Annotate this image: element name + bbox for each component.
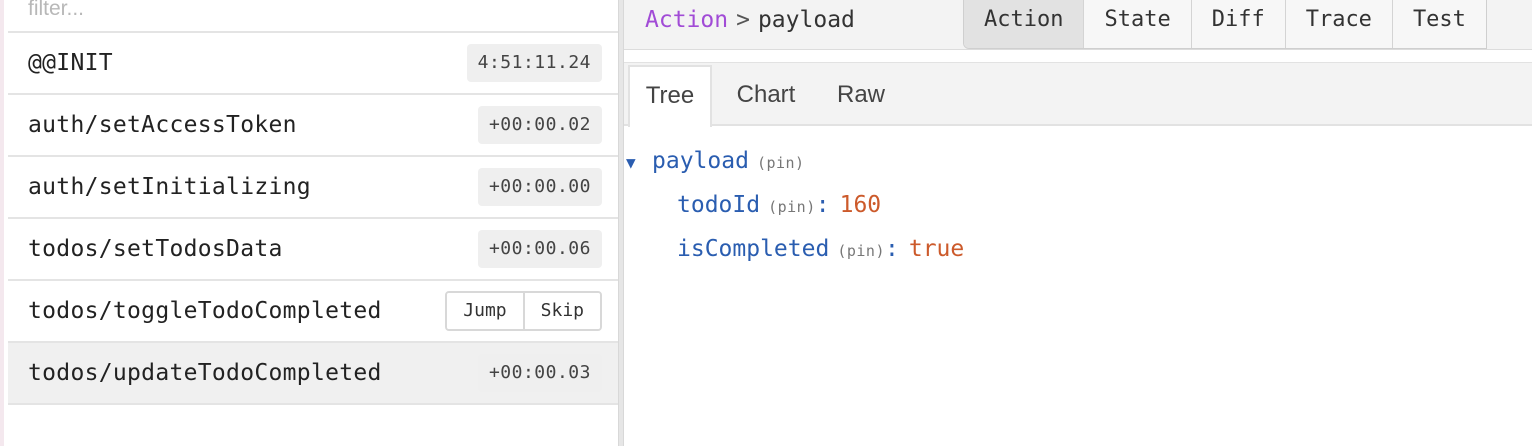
pin-link[interactable]: (pin) <box>749 154 805 172</box>
tab-chart[interactable]: Chart <box>722 66 810 126</box>
monitor-tabs: Action State Diff Trace Test <box>963 0 1487 49</box>
tab-action[interactable]: Action <box>964 0 1085 48</box>
action-row-toggle-todo-completed[interactable]: todos/toggleTodoCompleted Jump Skip <box>8 281 622 343</box>
tree-key: isCompleted <box>677 236 830 262</box>
tree-colon: : <box>815 192 830 218</box>
breadcrumb-root[interactable]: Action <box>645 7 728 33</box>
tree-node-todo-id: todoId (pin): 160 <box>677 192 881 218</box>
action-name: auth/setInitializing <box>28 174 311 200</box>
action-time-badge: 4:51:11.24 <box>466 44 602 82</box>
action-time-badge: +00:00.06 <box>477 230 602 268</box>
action-row-init[interactable]: @@INIT 4:51:11.24 <box>8 33 622 95</box>
inspector-panel: Action > payload Action State Diff Trace T… <box>624 0 1532 446</box>
expand-arrow-icon[interactable]: ▼ <box>626 153 652 172</box>
skip-button[interactable]: Skip <box>522 293 600 329</box>
tree-key: payload <box>652 148 749 174</box>
breadcrumb-separator: > <box>736 7 750 33</box>
tab-raw[interactable]: Raw <box>824 66 898 126</box>
action-row-set-access-token[interactable]: auth/setAccessToken +00:00.02 <box>8 95 622 157</box>
pin-link[interactable]: (pin) <box>829 242 885 260</box>
tab-state[interactable]: State <box>1084 0 1192 48</box>
tab-tree[interactable]: Tree <box>628 65 712 127</box>
tree-key: todoId <box>677 192 761 218</box>
action-name: todos/toggleTodoCompleted <box>28 298 382 324</box>
tab-trace[interactable]: Trace <box>1285 0 1393 48</box>
action-list-panel: @@INIT 4:51:11.24 auth/setAccessToken +0… <box>0 0 622 446</box>
filter-input[interactable] <box>8 0 622 33</box>
action-row-set-initializing[interactable]: auth/setInitializing +00:00.00 <box>8 157 622 219</box>
breadcrumb: Action > payload <box>645 0 855 40</box>
action-row-set-todos-data[interactable]: todos/setTodosData +00:00.06 <box>8 219 622 281</box>
view-tabs: Tree Chart Raw <box>624 62 1532 127</box>
tree-value: 160 <box>839 192 882 218</box>
tree-colon: : <box>884 236 899 262</box>
tree-node-payload[interactable]: ▼ payload (pin) <box>626 148 805 174</box>
inspector-header: Action > payload Action State Diff Trace T… <box>624 0 1532 50</box>
jump-button[interactable]: Jump <box>447 293 523 329</box>
action-time-badge: +00:00.02 <box>477 106 602 144</box>
pin-link[interactable]: (pin) <box>760 198 816 216</box>
action-row-update-todo-completed[interactable]: todos/updateTodoCompleted +00:00.03 <box>8 343 622 405</box>
action-name: todos/updateTodoCompleted <box>28 360 382 386</box>
action-list: @@INIT 4:51:11.24 auth/setAccessToken +0… <box>8 33 622 405</box>
action-name: auth/setAccessToken <box>28 112 297 138</box>
action-time-badge: +00:00.00 <box>477 168 602 206</box>
action-time-badge: +00:00.03 <box>477 354 602 392</box>
action-name: todos/setTodosData <box>28 236 283 262</box>
jump-skip-group: Jump Skip <box>445 291 602 331</box>
breadcrumb-current: payload <box>757 7 855 33</box>
tab-test[interactable]: Test <box>1392 0 1486 48</box>
tree-node-is-completed: isCompleted (pin): true <box>677 236 964 262</box>
tree-value: true <box>908 236 965 262</box>
action-name: @@INIT <box>28 50 113 76</box>
tab-diff[interactable]: Diff <box>1191 0 1286 48</box>
